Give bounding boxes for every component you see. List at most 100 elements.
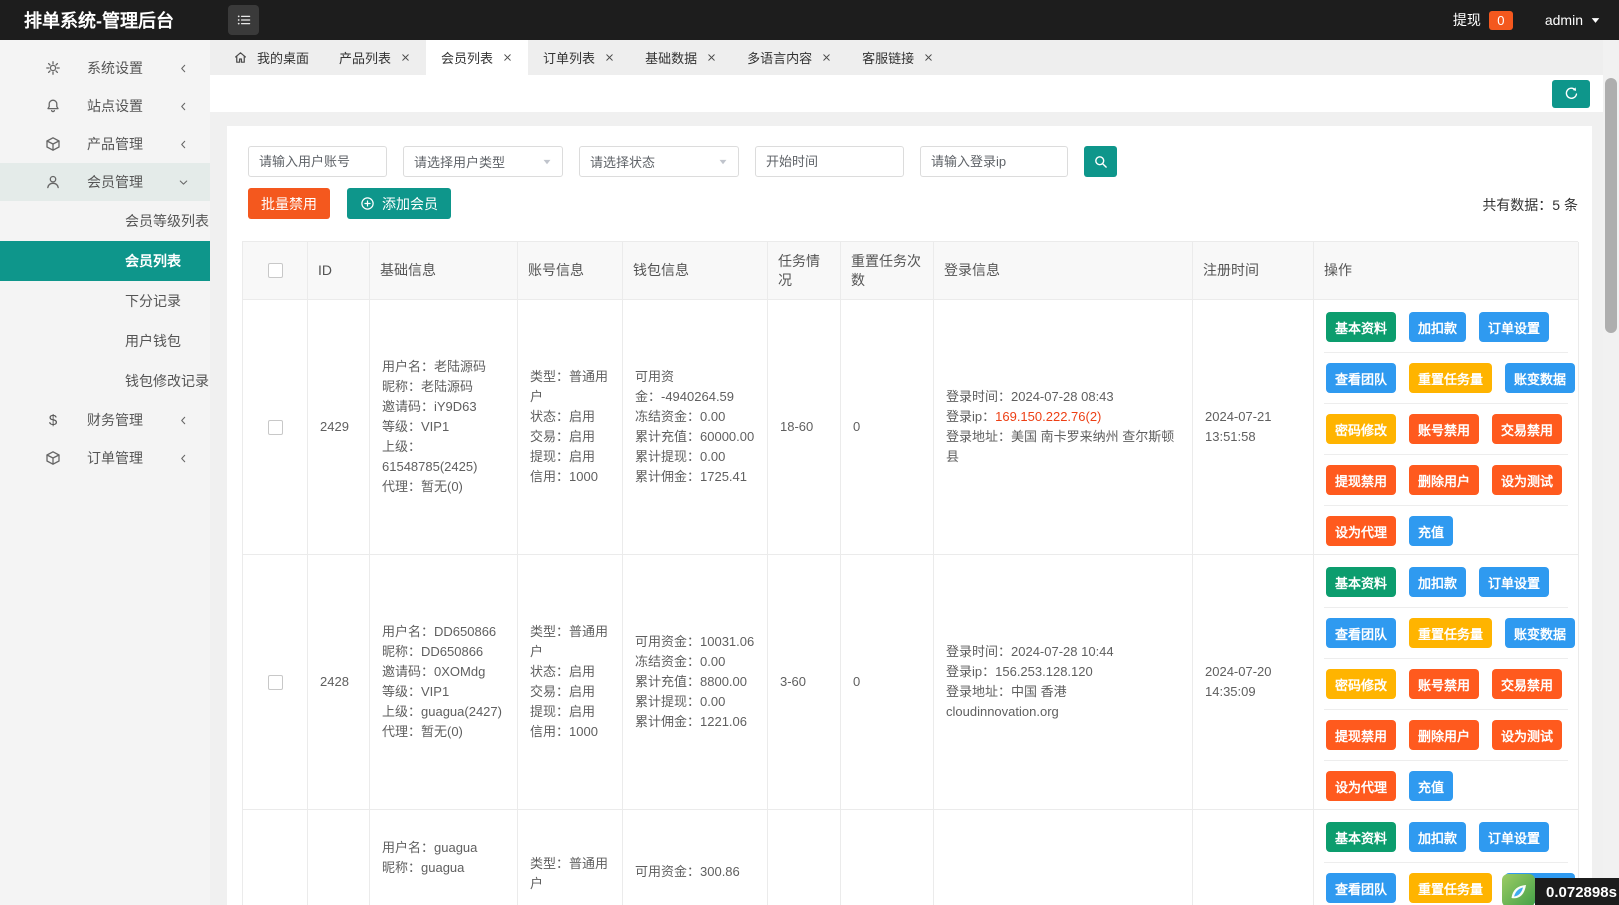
login-ip-line: 登录ip：169.150.222.76(2) bbox=[946, 409, 1102, 424]
debug-logo-icon[interactable] bbox=[1502, 874, 1535, 905]
batch-disable-button[interactable]: 批量禁用 bbox=[248, 188, 330, 219]
op-button-设为代理[interactable]: 设为代理 bbox=[1326, 771, 1397, 801]
row-checkbox[interactable] bbox=[267, 419, 283, 435]
member-id: 2429 bbox=[320, 419, 349, 434]
op-button-查看团队[interactable]: 查看团队 bbox=[1326, 873, 1397, 903]
basic-info-line: 用户名：老陆源码 bbox=[382, 359, 487, 374]
op-button-交易禁用[interactable]: 交易禁用 bbox=[1492, 414, 1563, 444]
tab-close-icon[interactable] bbox=[604, 52, 615, 63]
batch-disable-label: 批量禁用 bbox=[261, 195, 317, 212]
op-button-查看团队[interactable]: 查看团队 bbox=[1326, 363, 1397, 393]
scrollbar-thumb[interactable] bbox=[1605, 78, 1617, 333]
login-info-line: 登录时间：2024-07-28 08:43 bbox=[946, 389, 1114, 404]
header-cell-重置任务次数: 重置任务次数 bbox=[841, 242, 934, 300]
op-button-基本资料[interactable]: 基本资料 bbox=[1326, 822, 1397, 852]
op-button-查看团队[interactable]: 查看团队 bbox=[1326, 618, 1397, 648]
account-info-line: 类型：普通用户 bbox=[530, 856, 609, 891]
cell-task-row1: 3-60 bbox=[768, 555, 841, 810]
op-button-充值[interactable]: 充值 bbox=[1409, 771, 1454, 801]
sidebar-subitem-label: 下分记录 bbox=[125, 293, 181, 309]
plus-circle-icon bbox=[361, 197, 374, 210]
sidebar-subitem-下分记录[interactable]: 下分记录 bbox=[0, 281, 210, 321]
op-button-账变数据[interactable]: 账变数据 bbox=[1505, 363, 1576, 393]
sidebar-subitem-钱包修改记录[interactable]: 钱包修改记录 bbox=[0, 361, 210, 401]
tab-客服链接[interactable]: 客服链接 bbox=[847, 40, 949, 75]
op-button-重置任务量[interactable]: 重置任务量 bbox=[1409, 363, 1493, 393]
sidebar-subitem-用户钱包[interactable]: 用户钱包 bbox=[0, 321, 210, 361]
op-button-密码修改[interactable]: 密码修改 bbox=[1326, 669, 1397, 699]
sidebar-item-系统设置[interactable]: 系统设置 bbox=[0, 49, 210, 87]
chevron-left-icon-wrap bbox=[177, 452, 190, 465]
wallet-info-line: 可用资金：10031.06 bbox=[635, 634, 755, 649]
op-button-提现禁用[interactable]: 提现禁用 bbox=[1326, 720, 1397, 750]
tab-close-icon[interactable] bbox=[502, 52, 513, 63]
caret-down-icon bbox=[719, 159, 727, 164]
op-button-line: 提现禁用 删除用户 设为测试 bbox=[1324, 455, 1568, 506]
sidebar-item-产品管理[interactable]: 产品管理 bbox=[0, 125, 210, 163]
account-info-line: 信用：1000 bbox=[530, 724, 598, 739]
tab-close-icon[interactable] bbox=[923, 52, 934, 63]
sidebar-item-站点设置[interactable]: 站点设置 bbox=[0, 87, 210, 125]
op-button-设为代理[interactable]: 设为代理 bbox=[1326, 516, 1397, 546]
withdraw-nav-item[interactable]: 提现 0 bbox=[1453, 10, 1513, 30]
sidebar-nav: 系统设置站点设置产品管理 会员管理 会员等级列表 会员列表下分记录用户钱包钱包修改记录… bbox=[0, 40, 210, 905]
start-time-input[interactable] bbox=[755, 146, 904, 177]
op-button-交易禁用[interactable]: 交易禁用 bbox=[1492, 669, 1563, 699]
tab-close-icon[interactable] bbox=[821, 52, 832, 63]
op-button-重置任务量[interactable]: 重置任务量 bbox=[1409, 873, 1493, 903]
op-button-基本资料[interactable]: 基本资料 bbox=[1326, 312, 1397, 342]
tab-基础数据[interactable]: 基础数据 bbox=[630, 40, 732, 75]
dollar-icon: $ bbox=[48, 411, 58, 429]
close-icon bbox=[925, 54, 932, 61]
op-button-订单设置[interactable]: 订单设置 bbox=[1479, 567, 1550, 597]
op-button-提现禁用[interactable]: 提现禁用 bbox=[1326, 465, 1397, 495]
tab-会员列表[interactable]: 会员列表 bbox=[426, 40, 529, 75]
op-button-删除用户[interactable]: 删除用户 bbox=[1409, 465, 1480, 495]
status-select[interactable]: 请选择状态 bbox=[579, 146, 739, 177]
tab-label: 会员列表 bbox=[441, 51, 494, 66]
op-button-订单设置[interactable]: 订单设置 bbox=[1479, 822, 1550, 852]
refresh-button[interactable] bbox=[1552, 79, 1590, 108]
debug-time-badge: 0.072898s bbox=[1535, 878, 1619, 905]
user-type-select[interactable]: 请选择用户类型 bbox=[403, 146, 563, 177]
cube-icon bbox=[46, 137, 60, 151]
sidebar-toggle-button[interactable] bbox=[228, 5, 259, 35]
sidebar-subitem-会员等级列表[interactable]: 会员等级列表 bbox=[0, 201, 210, 241]
tab-产品列表[interactable]: 产品列表 bbox=[324, 40, 426, 75]
search-button[interactable] bbox=[1084, 146, 1117, 177]
login-ip-input[interactable] bbox=[920, 146, 1068, 177]
tab-close-icon[interactable] bbox=[400, 52, 411, 63]
sidebar-item-订单管理[interactable]: 订单管理 bbox=[0, 439, 210, 477]
sidebar-item-财务管理[interactable]: $ 财务管理 bbox=[0, 401, 210, 439]
top-bar: 排单系统-管理后台 提现 0 admin bbox=[0, 0, 1619, 40]
op-button-充值[interactable]: 充值 bbox=[1409, 516, 1454, 546]
select-all-checkbox[interactable] bbox=[267, 263, 283, 278]
sidebar-subitem-label: 钱包修改记录 bbox=[125, 373, 209, 389]
admin-user-menu[interactable]: admin bbox=[1545, 12, 1601, 28]
tab-我的桌面[interactable]: 我的桌面 bbox=[218, 40, 324, 75]
op-button-加扣款[interactable]: 加扣款 bbox=[1409, 822, 1467, 852]
op-button-删除用户[interactable]: 删除用户 bbox=[1409, 720, 1480, 750]
op-button-设为测试[interactable]: 设为测试 bbox=[1492, 720, 1563, 750]
tab-多语言内容[interactable]: 多语言内容 bbox=[732, 40, 847, 75]
add-member-button[interactable]: 添加会员 bbox=[347, 188, 451, 219]
sidebar-item-label: 站点设置 bbox=[87, 98, 143, 114]
op-button-订单设置[interactable]: 订单设置 bbox=[1479, 312, 1550, 342]
op-button-加扣款[interactable]: 加扣款 bbox=[1409, 312, 1467, 342]
tab-订单列表[interactable]: 订单列表 bbox=[528, 40, 630, 75]
op-button-账号禁用[interactable]: 账号禁用 bbox=[1409, 414, 1480, 444]
sidebar-item-会员管理[interactable]: 会员管理 bbox=[0, 163, 210, 201]
op-button-加扣款[interactable]: 加扣款 bbox=[1409, 567, 1467, 597]
op-button-密码修改[interactable]: 密码修改 bbox=[1326, 414, 1397, 444]
op-button-账变数据[interactable]: 账变数据 bbox=[1505, 618, 1576, 648]
op-button-重置任务量[interactable]: 重置任务量 bbox=[1409, 618, 1493, 648]
row-checkbox[interactable] bbox=[267, 674, 283, 690]
tab-close-icon[interactable] bbox=[706, 52, 717, 63]
op-button-基本资料[interactable]: 基本资料 bbox=[1326, 567, 1397, 597]
topbar-right: 提现 0 admin bbox=[1453, 10, 1619, 30]
admin-username: admin bbox=[1544, 12, 1583, 28]
account-input[interactable] bbox=[248, 146, 387, 177]
op-button-设为测试[interactable]: 设为测试 bbox=[1492, 465, 1563, 495]
op-button-账号禁用[interactable]: 账号禁用 bbox=[1409, 669, 1480, 699]
sidebar-subitem-会员列表[interactable]: 会员列表 bbox=[0, 241, 210, 281]
